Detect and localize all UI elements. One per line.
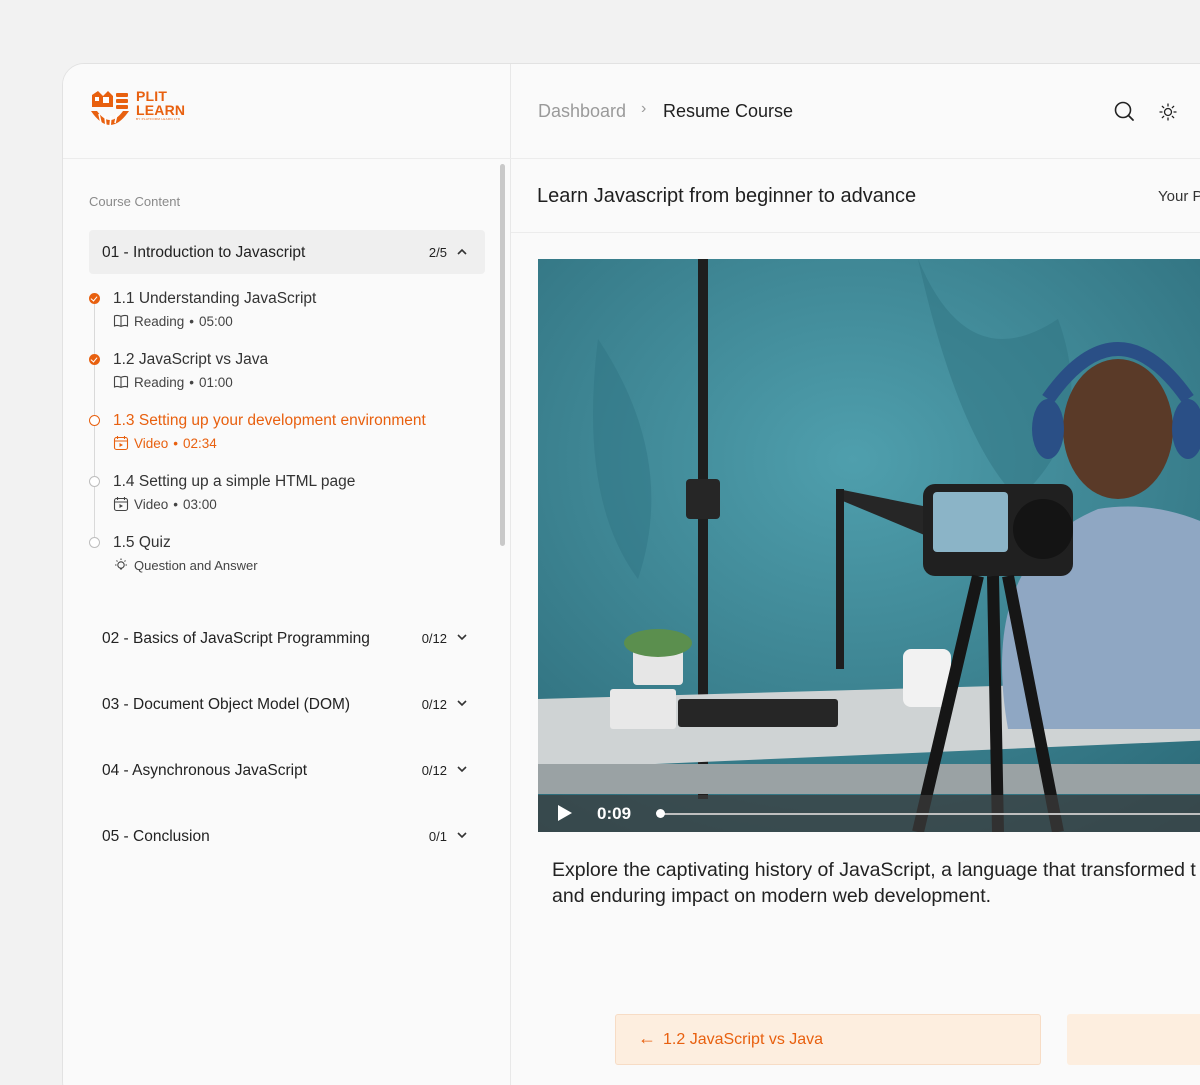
lesson-item[interactable]: 1.2 JavaScript vs Java Reading • 01:00	[89, 351, 489, 401]
video-frame-image	[538, 259, 1200, 832]
module-title: 05 - Conclusion	[102, 828, 210, 845]
lesson-title: 1.4 Setting up a simple HTML page	[113, 473, 356, 490]
completed-check-icon	[89, 293, 100, 304]
plit-logo-icon[interactable]	[89, 89, 131, 133]
module-progress-count: 0/1	[428, 829, 447, 844]
lesson-title: 1.5 Quiz	[113, 534, 171, 551]
meta-separator: •	[173, 496, 179, 512]
module-04-header[interactable]: 04 - Asynchronous JavaScript 0/12	[89, 748, 485, 792]
module-progress-count: 2/5	[428, 245, 447, 260]
breadcrumb-dashboard-link[interactable]: Dashboard	[538, 101, 626, 122]
course-title: Learn Javascript from beginner to advanc…	[537, 185, 917, 207]
chevron-down-icon[interactable]	[456, 829, 468, 841]
section-label: Course Content	[89, 194, 181, 209]
logo-area: PLIT LEARN BY PLATFORM LEARN LTD	[63, 64, 511, 159]
module-title: 01 - Introduction to Javascript	[102, 244, 306, 261]
next-lesson-button[interactable]	[1067, 1014, 1200, 1065]
app-window: PLIT LEARN BY PLATFORM LEARN LTD Course …	[62, 63, 1200, 1085]
lesson-meta: Video • 03:00	[113, 496, 217, 512]
lightbulb-icon	[115, 558, 127, 570]
play-icon[interactable]	[558, 805, 572, 821]
breadcrumb-current: Resume Course	[663, 101, 794, 121]
previous-lesson-label: 1.2 JavaScript vs Java	[663, 1031, 824, 1048]
chevron-down-icon[interactable]	[456, 763, 468, 775]
module-progress-count: 0/12	[421, 763, 447, 778]
search-icon[interactable]	[1113, 100, 1135, 122]
lesson-title: 1.1 Understanding JavaScript	[113, 290, 317, 307]
module-title: 02 - Basics of JavaScript Programming	[102, 630, 370, 647]
brand-name: PLIT LEARN	[136, 89, 185, 117]
brand-name-line1: PLIT	[136, 88, 168, 104]
current-lesson-ring-icon	[89, 415, 100, 426]
module-05-header[interactable]: 05 - Conclusion 0/1	[89, 814, 485, 858]
completed-check-icon	[89, 354, 100, 365]
lesson-duration: 05:00	[199, 313, 233, 329]
lesson-meta: Question and Answer	[113, 557, 258, 573]
lesson-title: 1.2 JavaScript vs Java	[113, 351, 269, 368]
book-icon	[113, 314, 129, 328]
module-progress-count: 0/12	[421, 631, 447, 646]
chevron-up-icon[interactable]	[456, 246, 468, 258]
description-line: and enduring impact on modern web develo…	[552, 885, 992, 907]
meta-separator: •	[189, 374, 195, 390]
lesson-item[interactable]: 1.1 Understanding JavaScript Reading • 0…	[89, 290, 489, 340]
lesson-meta: Reading • 05:00	[113, 313, 233, 329]
progress-label: Your P	[1158, 188, 1200, 205]
lesson-item-current[interactable]: 1.3 Setting up your development environm…	[89, 412, 489, 462]
module-02-header[interactable]: 02 - Basics of JavaScript Programming 0/…	[89, 616, 485, 660]
brand-tagline: BY PLATFORM LEARN LTD	[136, 117, 181, 121]
pending-lesson-ring-icon	[89, 476, 100, 487]
module-03-header[interactable]: 03 - Document Object Model (DOM) 0/12	[89, 682, 485, 726]
video-progress-handle[interactable]	[656, 809, 665, 818]
course-title-bar: Learn Javascript from beginner to advanc…	[511, 160, 1200, 233]
top-bar: Dashboard › Resume Course	[511, 64, 1200, 159]
breadcrumb-separator: ›	[641, 100, 647, 117]
lesson-type: Video	[134, 496, 169, 512]
lesson-type: Video	[134, 435, 169, 451]
lesson-type: Reading	[134, 313, 185, 329]
book-icon	[113, 375, 129, 389]
course-sidebar: PLIT LEARN BY PLATFORM LEARN LTD Course …	[63, 64, 511, 1085]
lesson-duration: 02:34	[183, 435, 217, 451]
video-controls: 0:09	[538, 795, 1200, 832]
video-progress-track[interactable]	[660, 813, 1200, 815]
arrow-left-icon: ←	[638, 1028, 656, 1048]
module-title: 03 - Document Object Model (DOM)	[102, 696, 351, 713]
brand-name-line2: LEARN	[136, 102, 186, 118]
module-progress-count: 0/12	[421, 697, 447, 712]
video-current-time: 0:09	[597, 804, 632, 823]
lesson-duration: 03:00	[183, 496, 217, 512]
previous-lesson-button[interactable]: ← 1.2 JavaScript vs Java	[615, 1014, 1041, 1065]
lesson-meta: Video • 02:34	[113, 435, 217, 451]
description-line: Explore the captivating history of JavaS…	[552, 859, 1196, 881]
module-title: 04 - Asynchronous JavaScript	[102, 762, 308, 779]
lesson-description: Explore the captivating history of JavaS…	[552, 857, 1200, 909]
pending-lesson-ring-icon	[89, 537, 100, 548]
sun-icon[interactable]	[1159, 103, 1177, 121]
lesson-type: Reading	[134, 374, 185, 390]
sidebar-scrollbar[interactable]	[500, 164, 505, 546]
video-player[interactable]: 0:09	[538, 259, 1200, 832]
lesson-item[interactable]: 1.5 Quiz Question and Answer	[89, 534, 489, 584]
lesson-title: 1.3 Setting up your development environm…	[113, 412, 426, 429]
meta-separator: •	[173, 435, 179, 451]
lesson-meta: Reading • 01:00	[113, 374, 233, 390]
lesson-duration: 01:00	[199, 374, 233, 390]
video-calendar-icon	[113, 497, 129, 512]
lesson-type: Question and Answer	[134, 557, 258, 573]
chevron-down-icon[interactable]	[456, 631, 468, 643]
lesson-item[interactable]: 1.4 Setting up a simple HTML page Video …	[89, 473, 489, 523]
module-01-header[interactable]: 01 - Introduction to Javascript 2/5	[89, 230, 485, 274]
chevron-down-icon[interactable]	[456, 697, 468, 709]
video-calendar-icon	[113, 436, 129, 451]
meta-separator: •	[189, 313, 195, 329]
